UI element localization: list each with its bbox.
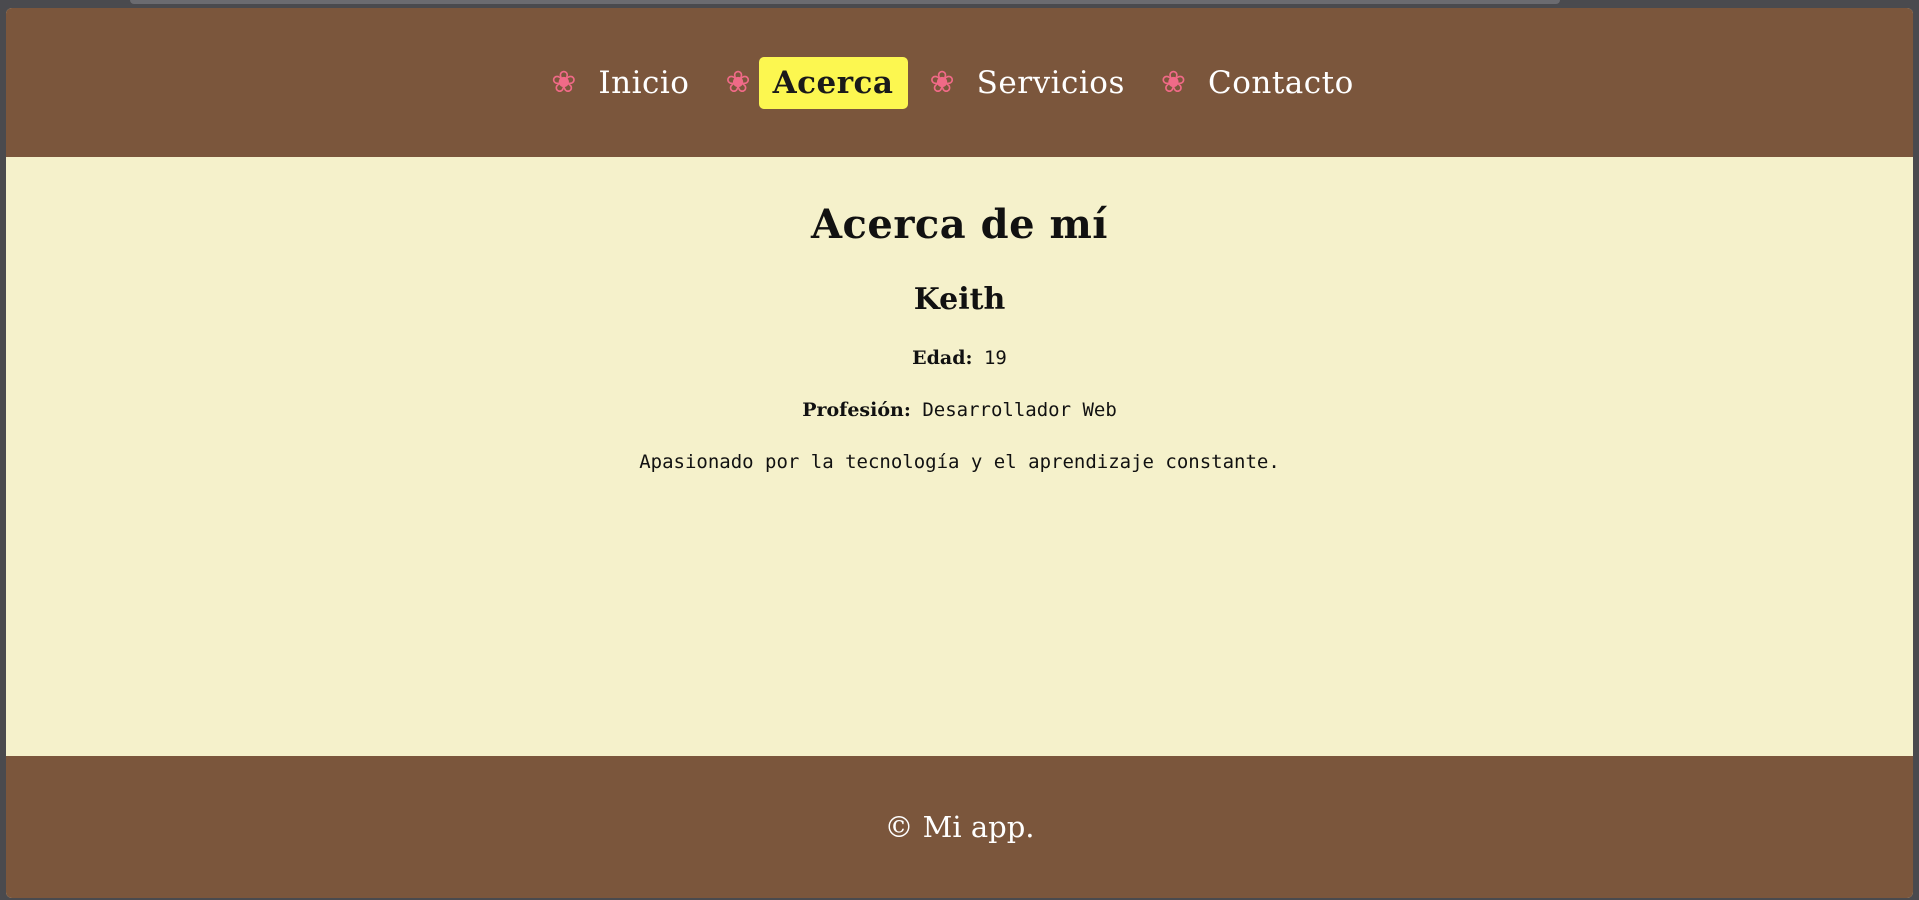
profession-label: Profesión: <box>802 399 911 421</box>
nav-item-contacto: ❀ Contacto <box>1161 57 1368 109</box>
page-window: ❀ Inicio ❀ Acerca ❀ Servicios ❀ Contacto… <box>6 8 1913 898</box>
person-name: Keith <box>913 282 1006 317</box>
footer-copyright: © Mi app. <box>884 810 1035 844</box>
age-value: 19 <box>983 347 1007 369</box>
flower-icon: ❀ <box>551 64 577 100</box>
age-row: Edad: 19 <box>6 347 1913 369</box>
profession-row: Profesión: Desarrollador Web <box>6 399 1913 421</box>
flower-icon: ❀ <box>1160 64 1186 100</box>
nav-link-acerca[interactable]: Acerca <box>758 56 908 109</box>
page-title: Acerca de mí <box>811 201 1108 248</box>
browser-frame-edge <box>130 0 1560 4</box>
age-label: Edad: <box>912 347 973 369</box>
flower-icon: ❀ <box>929 64 955 100</box>
nav-item-inicio: ❀ Inicio <box>551 57 703 109</box>
profession-value: Desarrollador Web <box>922 399 1117 421</box>
nav-item-servicios: ❀ Servicios <box>930 57 1139 109</box>
site-footer: © Mi app. <box>6 756 1913 898</box>
nav-link-contacto[interactable]: Contacto <box>1194 57 1368 109</box>
site-header: ❀ Inicio ❀ Acerca ❀ Servicios ❀ Contacto <box>6 8 1913 157</box>
bio-text: Apasionado por la tecnología y el aprend… <box>639 451 1280 473</box>
main-nav: ❀ Inicio ❀ Acerca ❀ Servicios ❀ Contacto <box>551 56 1368 109</box>
flower-icon: ❀ <box>725 64 751 100</box>
nav-link-servicios[interactable]: Servicios <box>963 57 1139 109</box>
nav-link-inicio[interactable]: Inicio <box>584 57 703 109</box>
nav-item-acerca: ❀ Acerca <box>725 56 908 109</box>
about-section: Acerca de mí Keith Edad: 19 Profesión: D… <box>6 157 1913 756</box>
